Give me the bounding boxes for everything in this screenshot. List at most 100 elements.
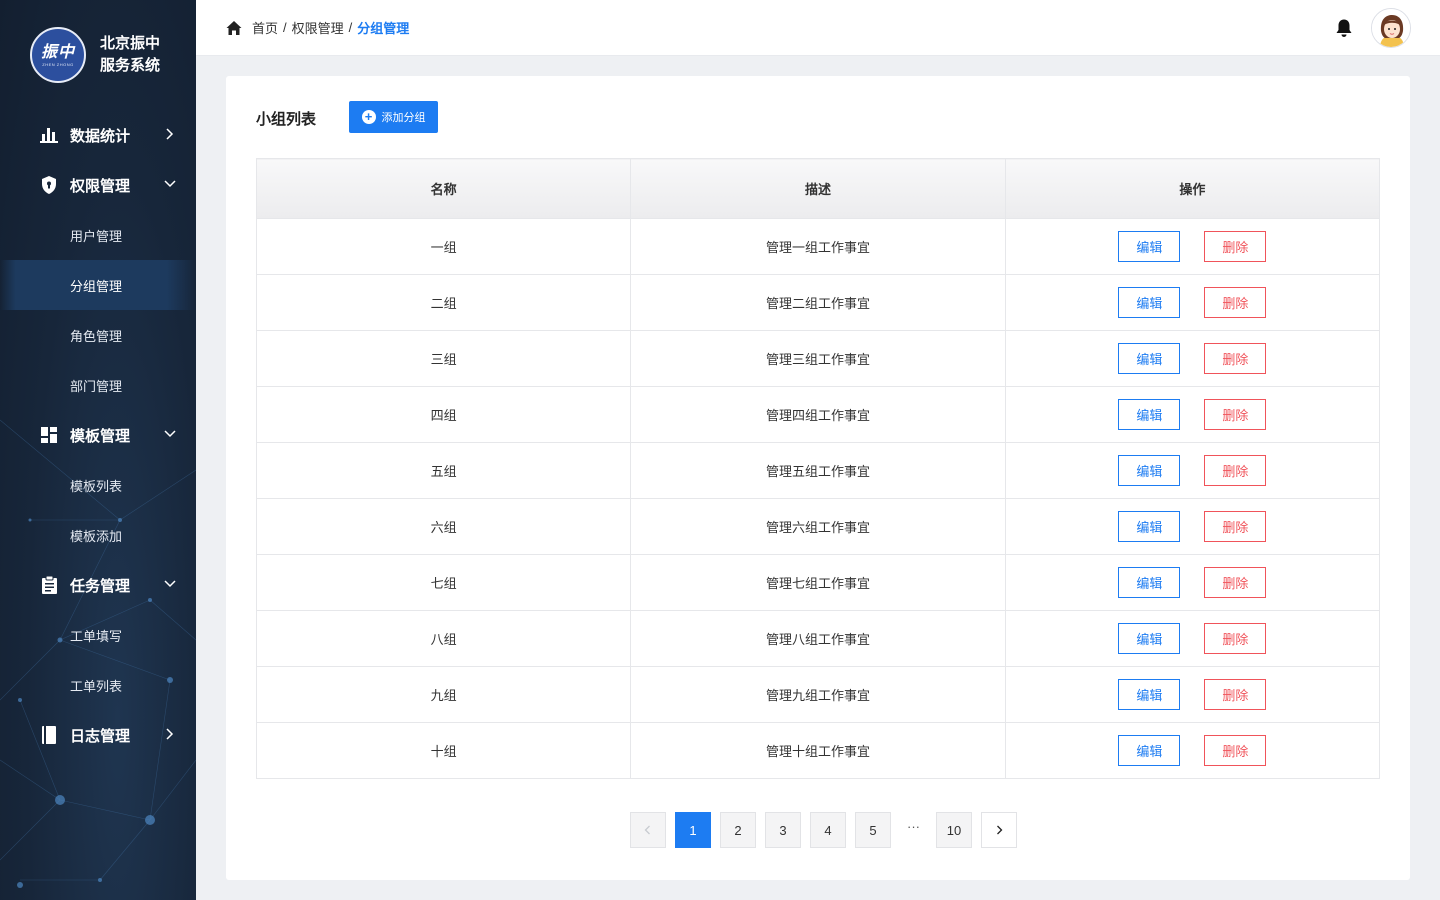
group-list-card: 小组列表 + 添加分组 名称 描述 操作 一组 管理一组工作事宜 编辑 删除 二组 管理二… xyxy=(226,76,1410,880)
sidebar-item-role-management[interactable]: 角色管理 xyxy=(0,310,196,360)
table-row: 六组 管理六组工作事宜 编辑 删除 xyxy=(255,498,1381,555)
menu-group-label: 模板管理 xyxy=(70,427,131,445)
column-header-description: 描述 xyxy=(630,158,1006,219)
menu-group-tasks[interactable]: 任务管理 xyxy=(0,560,196,610)
page-button-1[interactable]: 1 xyxy=(675,812,711,848)
cell-group-description: 管理七组工作事宜 xyxy=(630,554,1006,611)
page-button-2[interactable]: 2 xyxy=(720,812,756,848)
sidebar-item-group-management[interactable]: 分组管理 xyxy=(0,260,196,310)
menu-group-label: 数据统计 xyxy=(70,127,131,145)
edit-button[interactable]: 编辑 xyxy=(1118,231,1181,262)
row-actions: 编辑 删除 xyxy=(1118,455,1267,486)
edit-button[interactable]: 编辑 xyxy=(1118,455,1181,486)
delete-button[interactable]: 删除 xyxy=(1204,679,1267,710)
menu-group-logs[interactable]: 日志管理 xyxy=(0,710,196,760)
edit-button[interactable]: 编辑 xyxy=(1118,287,1181,318)
table-row: 二组 管理二组工作事宜 编辑 删除 xyxy=(255,274,1381,331)
edit-button[interactable]: 编辑 xyxy=(1118,567,1181,598)
delete-button[interactable]: 删除 xyxy=(1204,343,1267,374)
page-button-5[interactable]: 5 xyxy=(855,812,891,848)
cell-group-name: 五组 xyxy=(255,442,632,499)
cell-actions: 编辑 删除 xyxy=(1004,722,1381,779)
cell-group-name: 七组 xyxy=(255,554,632,611)
breadcrumb-home[interactable]: 首页 xyxy=(252,18,278,37)
sidebar-item-user-management[interactable]: 用户管理 xyxy=(0,210,196,260)
edit-button[interactable]: 编辑 xyxy=(1118,343,1181,374)
breadcrumb: 首页 / 权限管理 / 分组管理 xyxy=(226,18,409,37)
menu-group-label: 日志管理 xyxy=(70,727,131,745)
row-actions: 编辑 删除 xyxy=(1118,679,1267,710)
cell-group-name: 二组 xyxy=(255,274,632,331)
chevron-down-icon xyxy=(164,430,176,438)
edit-button[interactable]: 编辑 xyxy=(1118,679,1181,710)
cell-actions: 编辑 删除 xyxy=(1004,330,1381,387)
cell-actions: 编辑 删除 xyxy=(1004,442,1381,499)
cell-group-description: 管理五组工作事宜 xyxy=(630,442,1006,499)
clipboard-icon xyxy=(40,576,58,594)
column-header-actions: 操作 xyxy=(1004,158,1381,219)
next-page-button[interactable] xyxy=(981,812,1017,848)
delete-button[interactable]: 删除 xyxy=(1204,455,1267,486)
page-button-10[interactable]: 10 xyxy=(936,812,972,848)
delete-button[interactable]: 删除 xyxy=(1204,735,1267,766)
table-row: 八组 管理八组工作事宜 编辑 删除 xyxy=(255,610,1381,667)
brand[interactable]: 振中 ZHEN ZHONG 北京振中 服务系统 xyxy=(30,27,180,83)
top-header: 首页 / 权限管理 / 分组管理 xyxy=(196,0,1440,56)
delete-button[interactable]: 删除 xyxy=(1204,511,1267,542)
delete-button[interactable]: 删除 xyxy=(1204,623,1267,654)
menu-group-permissions[interactable]: 权限管理 xyxy=(0,160,196,210)
delete-button[interactable]: 删除 xyxy=(1204,287,1267,318)
sidebar-item-template-add[interactable]: 模板添加 xyxy=(0,510,196,560)
menu-group-data-stats[interactable]: 数据统计 xyxy=(0,110,196,160)
avatar-image xyxy=(1372,9,1410,47)
brand-name: 北京振中 服务系统 xyxy=(100,33,180,77)
grid-icon xyxy=(40,426,58,444)
chevron-right-icon xyxy=(166,728,174,740)
row-actions: 编辑 删除 xyxy=(1118,511,1267,542)
avatar[interactable] xyxy=(1371,8,1411,48)
table-body: 一组 管理一组工作事宜 编辑 删除 二组 管理二组工作事宜 编辑 删除 三组 管理三组工作事宜 编辑… xyxy=(255,218,1381,779)
add-group-button[interactable]: + 添加分组 xyxy=(349,101,438,133)
page-button-4[interactable]: 4 xyxy=(810,812,846,848)
breadcrumb-permissions[interactable]: 权限管理 xyxy=(292,18,344,37)
cell-group-description: 管理六组工作事宜 xyxy=(630,498,1006,555)
edit-button[interactable]: 编辑 xyxy=(1118,735,1181,766)
brand-logo: 振中 ZHEN ZHONG xyxy=(30,27,86,83)
sidebar-item-ticket-list[interactable]: 工单列表 xyxy=(0,660,196,710)
cell-group-name: 一组 xyxy=(255,218,632,275)
cell-actions: 编辑 删除 xyxy=(1004,666,1381,723)
chevron-down-icon xyxy=(164,580,176,588)
sidebar-item-template-list[interactable]: 模板列表 xyxy=(0,460,196,510)
cell-actions: 编辑 删除 xyxy=(1004,218,1381,275)
menu-group-label: 任务管理 xyxy=(70,577,131,595)
breadcrumb-current: 分组管理 xyxy=(357,21,410,36)
row-actions: 编辑 删除 xyxy=(1118,287,1267,318)
table-row: 一组 管理一组工作事宜 编辑 删除 xyxy=(255,218,1381,275)
delete-button[interactable]: 删除 xyxy=(1204,567,1267,598)
cell-group-name: 九组 xyxy=(255,666,632,723)
delete-button[interactable]: 删除 xyxy=(1204,231,1267,262)
page-title: 小组列表 xyxy=(256,111,317,128)
logo-subtitle: ZHEN ZHONG xyxy=(42,62,74,67)
brand-name-line1: 北京振中 xyxy=(100,35,161,52)
table-row: 七组 管理七组工作事宜 编辑 删除 xyxy=(255,554,1381,611)
edit-button[interactable]: 编辑 xyxy=(1118,399,1181,430)
page-button-3[interactable]: 3 xyxy=(765,812,801,848)
table-row: 十组 管理十组工作事宜 编辑 删除 xyxy=(255,722,1381,779)
edit-button[interactable]: 编辑 xyxy=(1118,511,1181,542)
row-actions: 编辑 删除 xyxy=(1118,343,1267,374)
table-row: 九组 管理九组工作事宜 编辑 删除 xyxy=(255,666,1381,723)
menu-group-templates[interactable]: 模板管理 xyxy=(0,410,196,460)
home-icon[interactable] xyxy=(226,20,242,36)
delete-button[interactable]: 删除 xyxy=(1204,399,1267,430)
sidebar-item-ticket-fill[interactable]: 工单填写 xyxy=(0,610,196,660)
cell-group-description: 管理二组工作事宜 xyxy=(630,274,1006,331)
sidebar-item-department-management[interactable]: 部门管理 xyxy=(0,360,196,410)
pagination-ellipsis[interactable]: ··· xyxy=(900,819,927,834)
prev-page-button[interactable] xyxy=(630,812,666,848)
add-group-label: 添加分组 xyxy=(381,112,426,124)
bell-icon[interactable] xyxy=(1334,18,1354,38)
chevron-right-icon xyxy=(997,825,1003,835)
sidebar-menu: 数据统计 权限管理 用户管理 分组管理 角色管理 部门管理 模板管理 模板列表 … xyxy=(0,110,196,760)
edit-button[interactable]: 编辑 xyxy=(1118,623,1181,654)
